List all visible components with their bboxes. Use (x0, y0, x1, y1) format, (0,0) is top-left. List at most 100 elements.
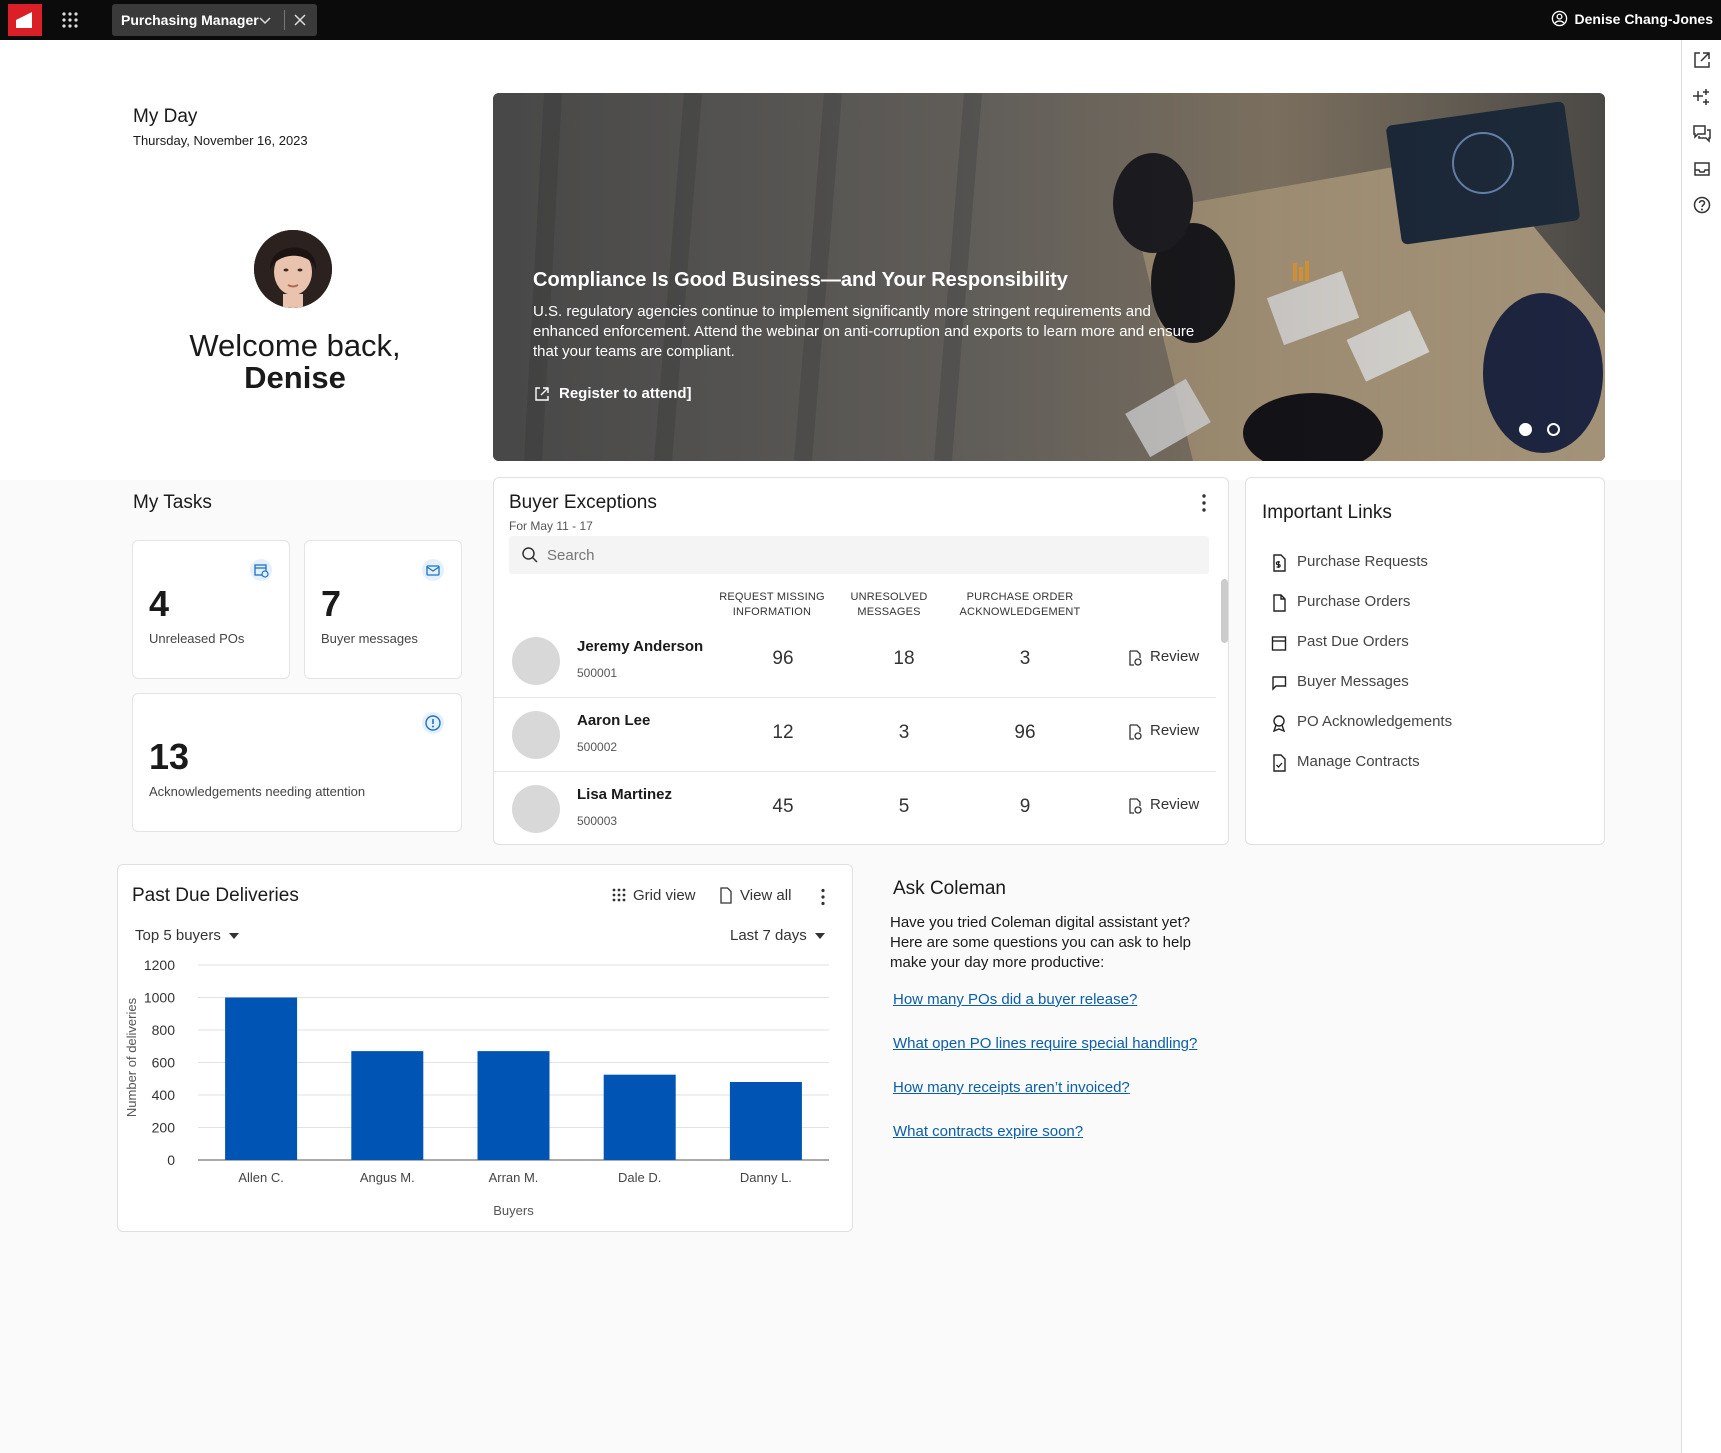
ask-coleman-title: Ask Coleman (893, 878, 1006, 899)
review-button[interactable]: Review (1126, 722, 1200, 740)
column-header-po-ack[interactable]: PURCHASE ORDER ACKNOWLEDGEMENT (950, 590, 1090, 620)
scrollbar[interactable] (1219, 575, 1228, 844)
more-options-icon[interactable] (813, 887, 833, 907)
buyer-name[interactable]: Aaron Lee (577, 712, 650, 729)
task-count: 13 (149, 736, 190, 777)
close-icon[interactable] (292, 12, 308, 28)
unresolved-value: 3 (898, 722, 910, 743)
buyer-id: 500002 (577, 740, 618, 754)
scrollbar-thumb[interactable] (1221, 579, 1228, 643)
column-header-request-missing[interactable]: REQUEST MISSING INFORMATION (712, 590, 832, 620)
grid-icon (612, 888, 626, 902)
app-grid-icon[interactable] (60, 10, 80, 30)
important-links-card: Important Links Purchase Requests Purcha… (1245, 477, 1605, 845)
register-link-label: Register to attend] (559, 385, 692, 402)
buyer-exceptions-title: Buyer Exceptions (509, 492, 657, 513)
user-circle-icon (1551, 10, 1567, 27)
coleman-question-link[interactable]: How many receipts aren’t invoiced? (893, 1079, 1130, 1096)
grid-view-button[interactable]: Grid view (611, 887, 696, 904)
avatar (512, 711, 560, 759)
carousel-dot-2[interactable] (1547, 423, 1560, 436)
table-row: Jeremy Anderson 500001 96 18 3 Review (494, 624, 1216, 698)
carousel-dot-1[interactable] (1519, 423, 1532, 436)
banner-body: U.S. regulatory agencies continue to imp… (533, 303, 1195, 360)
search-icon (522, 547, 538, 563)
view-all-button[interactable]: View all (718, 887, 791, 904)
sparkle-icon[interactable] (1692, 87, 1712, 107)
request-missing-value: 96 (772, 648, 794, 669)
link-label: Purchase Requests (1297, 553, 1428, 570)
link-label: Purchase Orders (1297, 593, 1411, 610)
x-tick-label: Allen C. (238, 1170, 284, 1185)
dollar-document-icon (1273, 554, 1286, 572)
review-button[interactable]: Review (1126, 648, 1199, 666)
coleman-question-link[interactable]: How many POs did a buyer release? (893, 991, 1137, 1008)
external-link-icon[interactable] (1692, 50, 1712, 70)
task-card-acknowledgements[interactable]: 13 Acknowledgements needing attention (132, 693, 462, 832)
review-document-icon (1129, 798, 1142, 814)
y-tick-label: 1200 (144, 957, 175, 973)
task-label: Unreleased POs (149, 631, 245, 646)
po-ack-value: 96 (1014, 722, 1036, 743)
y-tick-label: 200 (152, 1120, 176, 1136)
chat-bubbles-icon[interactable] (1692, 123, 1712, 143)
inbox-icon[interactable] (1692, 159, 1712, 179)
mail-icon (422, 559, 444, 581)
table-row: Aaron Lee 500002 12 3 96 Review (494, 698, 1216, 772)
past-due-title: Past Due Deliveries (132, 885, 299, 906)
workspace-tab[interactable]: Purchasing Manager (112, 4, 317, 36)
column-header-line: REQUEST MISSING (719, 591, 825, 603)
task-card-buyer-messages[interactable]: 7 Buyer messages (304, 540, 462, 679)
welcome-line: Welcome back, (189, 328, 401, 363)
chevron-down-icon[interactable] (257, 12, 273, 28)
task-label: Acknowledgements needing attention (149, 784, 366, 799)
bar (351, 1051, 424, 1160)
buyer-name[interactable]: Jeremy Anderson (577, 638, 703, 655)
coleman-question-link[interactable]: What open PO lines require special handl… (893, 1035, 1197, 1052)
help-icon[interactable] (1692, 195, 1712, 215)
my-tasks-title: My Tasks (133, 492, 212, 513)
task-count: 4 (149, 583, 170, 624)
user-name: Denise Chang-Jones (1574, 11, 1713, 27)
document-icon (1273, 594, 1286, 612)
user-menu[interactable]: Denise Chang-Jones (1551, 10, 1713, 27)
register-link[interactable]: Register to attend] (533, 385, 692, 402)
workspace-tab-label: Purchasing Manager (121, 12, 259, 28)
request-missing-value: 45 (772, 796, 794, 817)
review-button[interactable]: Review (1126, 796, 1199, 814)
top-bar: Purchasing Manager Denise Chang-Jones (0, 0, 1721, 40)
buyer-name[interactable]: Lisa Martinez (577, 786, 672, 803)
y-tick-label: 0 (167, 1152, 175, 1168)
link-label: Manage Contracts (1297, 753, 1420, 770)
caret-down-icon (228, 933, 239, 940)
my-day-date: Thursday, November 16, 2023 (133, 133, 308, 148)
bar (729, 1082, 802, 1160)
date-range-dropdown[interactable]: Last 7 days (730, 927, 825, 944)
view-all-label: View all (740, 887, 792, 904)
review-label: Review (1150, 722, 1200, 739)
column-header-line: MESSAGES (857, 606, 921, 618)
search-box (509, 536, 1209, 574)
table-row: Lisa Martinez 500003 45 5 9 Review (494, 772, 1216, 844)
task-card-unreleased-pos[interactable]: 4 Unreleased POs (132, 540, 290, 679)
more-options-icon[interactable] (1194, 492, 1214, 514)
y-axis-label: Number of deliveries (124, 997, 139, 1117)
column-header-line: UNRESOLVED (850, 591, 928, 603)
avatar (254, 230, 332, 308)
link-label: Buyer Messages (1297, 673, 1409, 690)
contract-icon (1273, 754, 1286, 772)
buyer-exceptions-subtitle: For May 11 - 17 (509, 519, 593, 533)
user-photo-icon (254, 230, 332, 308)
buyer-filter-dropdown[interactable]: Top 5 buyers (135, 927, 239, 944)
app-logo[interactable] (8, 4, 42, 36)
buyer-id: 500001 (577, 666, 618, 680)
caret-down-icon (814, 933, 825, 940)
ribbon-icon (1272, 715, 1286, 732)
banner-title: Compliance Is Good Business—and Your Res… (533, 269, 1068, 291)
chat-icon (1272, 676, 1287, 691)
search-input[interactable] (547, 536, 1197, 574)
coleman-question-link[interactable]: What contracts expire soon? (893, 1123, 1083, 1140)
column-header-unresolved[interactable]: UNRESOLVED MESSAGES (839, 590, 939, 620)
bar (477, 1051, 550, 1160)
grid-view-label: Grid view (633, 887, 696, 904)
